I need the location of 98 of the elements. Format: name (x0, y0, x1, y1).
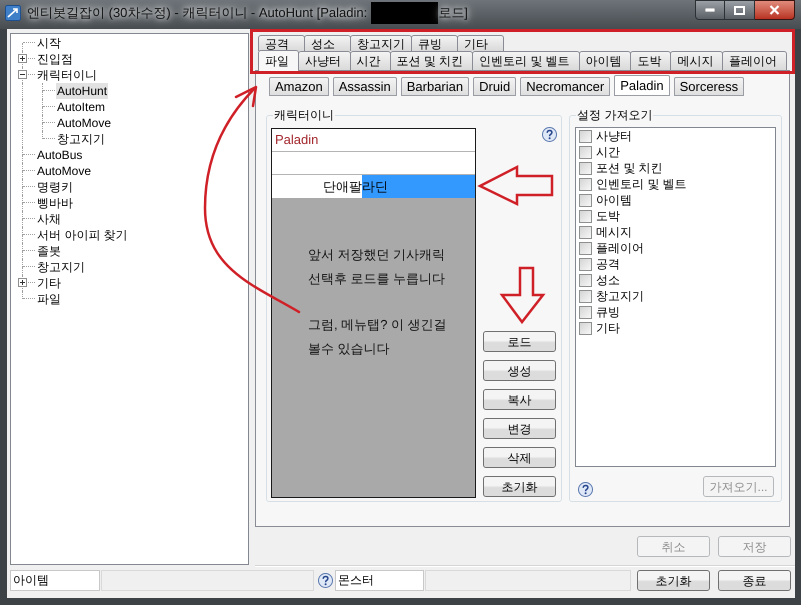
tree-item[interactable]: 진입점 (36, 51, 74, 67)
window-title: 로드] (438, 4, 468, 22)
button[interactable]: 로드 (483, 331, 556, 352)
checkbox-label: 포션 및 치킨 (596, 160, 663, 176)
checkbox[interactable] (579, 178, 592, 190)
tree-item[interactable]: AutoItem (56, 99, 106, 115)
minimize-button[interactable] (695, 0, 725, 20)
tab[interactable]: 아이템 (578, 51, 632, 70)
button[interactable]: 초기화 (483, 476, 556, 497)
tree-item[interactable]: AutoMove (36, 163, 92, 179)
tab[interactable]: 시간 (350, 51, 391, 70)
tree-item[interactable]: AutoBus (36, 147, 84, 163)
empty-list-row[interactable] (272, 152, 475, 175)
tab[interactable]: 메시지 (670, 51, 724, 70)
tab[interactable]: 플레이어 (722, 51, 787, 70)
checkbox[interactable] (579, 194, 592, 206)
help-icon[interactable] (318, 573, 333, 588)
note-text: 그럼, 메뉴탭? 이 생긴걸 볼수 있습니다 (308, 316, 448, 358)
app-icon (5, 5, 21, 21)
checkbox[interactable] (579, 322, 592, 334)
class-tab[interactable]: Sorceress (674, 77, 744, 96)
tree-item[interactable]: 졸봇 (36, 243, 62, 259)
tree-item[interactable]: 창고지기 (56, 131, 106, 147)
checkbox[interactable] (579, 242, 592, 254)
expand-icon[interactable] (18, 278, 27, 287)
group-title: 캐릭터이니 (273, 107, 335, 123)
class-tab[interactable]: Barbarian (400, 77, 470, 96)
maximize-icon (734, 6, 745, 14)
tab[interactable]: 사냥터 (298, 51, 351, 70)
window-title: 엔티봇길잡이 (30차수정) - 캐릭터이니 - AutoHunt [Paladin: (27, 4, 368, 22)
checkbox-label: 성소 (596, 272, 620, 288)
checkbox[interactable] (579, 274, 592, 286)
tab[interactable]: 창고지기 (350, 35, 412, 51)
tab[interactable]: 인벤토리 및 벨트 (472, 51, 580, 70)
checkbox-label: 사냥터 (596, 128, 632, 144)
button[interactable]: 초기화 (637, 570, 710, 591)
button[interactable]: 변경 (483, 418, 556, 439)
collapse-icon[interactable] (18, 70, 27, 79)
tree-item[interactable]: 창고지기 (36, 259, 86, 275)
close-button[interactable] (755, 0, 795, 20)
tree-item[interactable]: 파일 (36, 291, 62, 307)
class-tab[interactable]: Druid (473, 77, 516, 96)
checkbox[interactable] (579, 162, 592, 174)
tree-item[interactable]: 기타 (36, 275, 62, 291)
tab[interactable]: 공격 (258, 35, 305, 51)
tab[interactable]: 도박 (630, 51, 672, 70)
help-icon[interactable] (578, 482, 593, 497)
checkbox-label: 큐빙 (596, 304, 620, 320)
class-tab[interactable]: Paladin (614, 75, 670, 96)
checkbox[interactable] (579, 258, 592, 270)
input-field[interactable] (425, 570, 631, 591)
group-title: 설정 가져오기 (576, 107, 654, 123)
checkbox[interactable] (579, 226, 592, 238)
close-icon (769, 5, 780, 15)
class-tab[interactable]: Necromancer (520, 77, 610, 96)
button[interactable]: 종료 (718, 570, 791, 591)
class-tab[interactable]: Assassin (332, 77, 397, 96)
tree-item[interactable]: 시작 (36, 35, 62, 51)
hollow-down-arrow (500, 266, 546, 324)
tree-item[interactable]: AutoHunt (56, 83, 108, 99)
button[interactable]: 복사 (483, 389, 556, 410)
help-icon[interactable] (542, 127, 557, 142)
checkbox-label: 시간 (596, 144, 620, 160)
checkbox-label: 기타 (596, 320, 620, 336)
checkbox-label: 창고지기 (596, 288, 644, 304)
checkbox-label: 메시지 (596, 224, 632, 240)
tab[interactable]: 포션 및 치킨 (390, 51, 474, 70)
tree-item[interactable]: 캐릭터이니 (36, 67, 98, 83)
checkbox[interactable] (579, 290, 592, 302)
tree-item[interactable]: 사채 (36, 211, 62, 227)
button[interactable]: 생성 (483, 360, 556, 381)
tree-item[interactable]: AutoMove (56, 115, 112, 131)
note-text: 앞서 저장했던 기사캐릭 선택후 로드를 누릅니다 (308, 246, 446, 288)
checkbox-label: 플레이어 (596, 240, 644, 256)
tab[interactable]: 파일 (258, 50, 299, 71)
tree-item[interactable]: 명령키 (36, 179, 74, 195)
text-field[interactable]: 아이템 (10, 570, 100, 591)
button[interactable]: 삭제 (483, 447, 556, 468)
expand-icon[interactable] (18, 54, 27, 63)
input-field[interactable] (101, 570, 314, 591)
checkbox-label: 도박 (596, 208, 620, 224)
text-field[interactable]: 몬스터 (335, 570, 424, 591)
checkbox-label: 아이템 (596, 192, 632, 208)
tab[interactable]: 성소 (304, 35, 351, 51)
maximize-button[interactable] (725, 0, 755, 20)
checkbox[interactable] (579, 146, 592, 158)
checkbox-label: 인벤토리 및 벨트 (596, 176, 687, 192)
checkbox[interactable] (579, 306, 592, 318)
checkbox[interactable] (579, 210, 592, 222)
class-tab[interactable]: Amazon (269, 77, 329, 96)
tab[interactable]: 기타 (457, 35, 504, 51)
minimize-icon (705, 8, 715, 12)
checkbox-label: 공격 (596, 256, 620, 272)
tab[interactable]: 큐빙 (411, 35, 458, 51)
tree-item[interactable]: 서버 아이피 찾기 (36, 227, 129, 243)
list-item[interactable]: Paladin (272, 129, 475, 152)
checkbox[interactable] (579, 130, 592, 142)
tree-item[interactable]: 삥바바 (36, 195, 74, 211)
